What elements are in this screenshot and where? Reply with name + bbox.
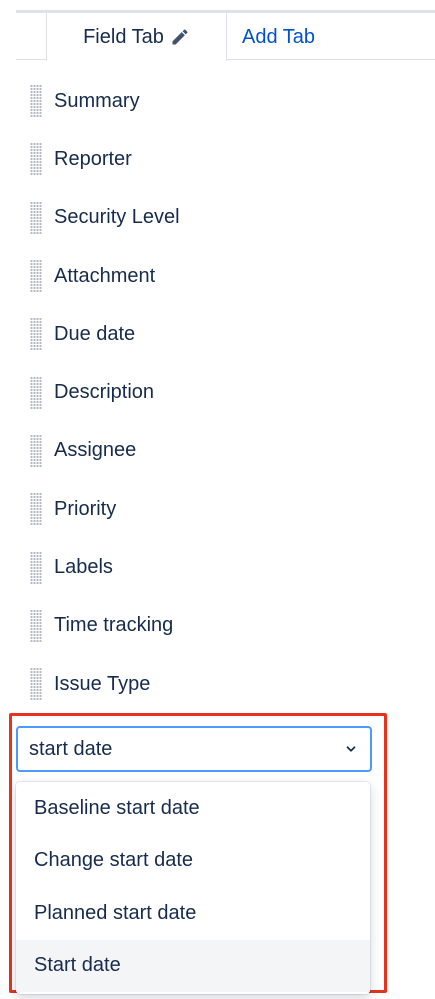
chevron-down-icon[interactable]	[344, 742, 358, 756]
field-row[interactable]: Security Level	[0, 189, 435, 247]
drag-handle-icon[interactable]	[30, 259, 42, 293]
drag-handle-icon[interactable]	[30, 434, 42, 468]
menu-option-start-date[interactable]: Start date	[16, 939, 370, 992]
drag-handle-icon[interactable]	[30, 142, 42, 176]
field-row[interactable]: Issue Type	[0, 655, 435, 713]
drag-handle-icon[interactable]	[30, 317, 42, 351]
field-label: Issue Type	[54, 672, 151, 695]
drag-handle-icon[interactable]	[30, 201, 42, 235]
drag-handle-icon[interactable]	[30, 376, 42, 410]
field-row[interactable]: Priority	[0, 480, 435, 538]
field-select-input[interactable]: start date	[16, 726, 372, 772]
tab-field-tab[interactable]: Field Tab	[46, 13, 227, 61]
field-row[interactable]: Reporter	[0, 130, 435, 188]
field-select-menu: Baseline start date Change start date Pl…	[16, 782, 370, 994]
tab-bar: Field Tab Add Tab	[16, 13, 435, 61]
drag-handle-icon[interactable]	[30, 492, 42, 526]
menu-option-change-start-date[interactable]: Change start date	[16, 835, 370, 888]
field-label: Summary	[54, 89, 140, 112]
field-row[interactable]: Due date	[0, 305, 435, 363]
field-label: Security Level	[54, 206, 180, 229]
field-label: Description	[54, 381, 155, 404]
field-row[interactable]: Description	[0, 363, 435, 421]
drag-handle-icon[interactable]	[30, 551, 42, 585]
field-label: Labels	[54, 556, 113, 579]
pencil-icon[interactable]	[170, 27, 190, 47]
field-row[interactable]: Assignee	[0, 422, 435, 480]
field-label: Priority	[54, 497, 117, 520]
drag-handle-icon[interactable]	[30, 667, 42, 701]
field-row[interactable]: Time tracking	[0, 597, 435, 655]
drag-handle-icon[interactable]	[30, 609, 42, 643]
field-row[interactable]: Attachment	[0, 247, 435, 305]
select-input-value: start date	[29, 737, 113, 760]
field-row[interactable]: Summary	[0, 72, 435, 130]
field-label: Time tracking	[54, 614, 174, 637]
add-tab-link[interactable]: Add Tab	[242, 13, 315, 61]
field-list: Summary Reporter Security Level Attachme…	[0, 72, 435, 713]
field-row[interactable]: Labels	[0, 538, 435, 596]
menu-option-baseline-start-date[interactable]: Baseline start date	[16, 782, 370, 835]
field-label: Due date	[54, 322, 136, 345]
field-label: Attachment	[54, 264, 156, 287]
field-label: Assignee	[54, 439, 137, 462]
field-label: Reporter	[54, 147, 132, 170]
menu-option-planned-start-date[interactable]: Planned start date	[16, 887, 370, 940]
drag-handle-icon[interactable]	[30, 84, 42, 118]
tab-label: Field Tab	[83, 25, 164, 48]
